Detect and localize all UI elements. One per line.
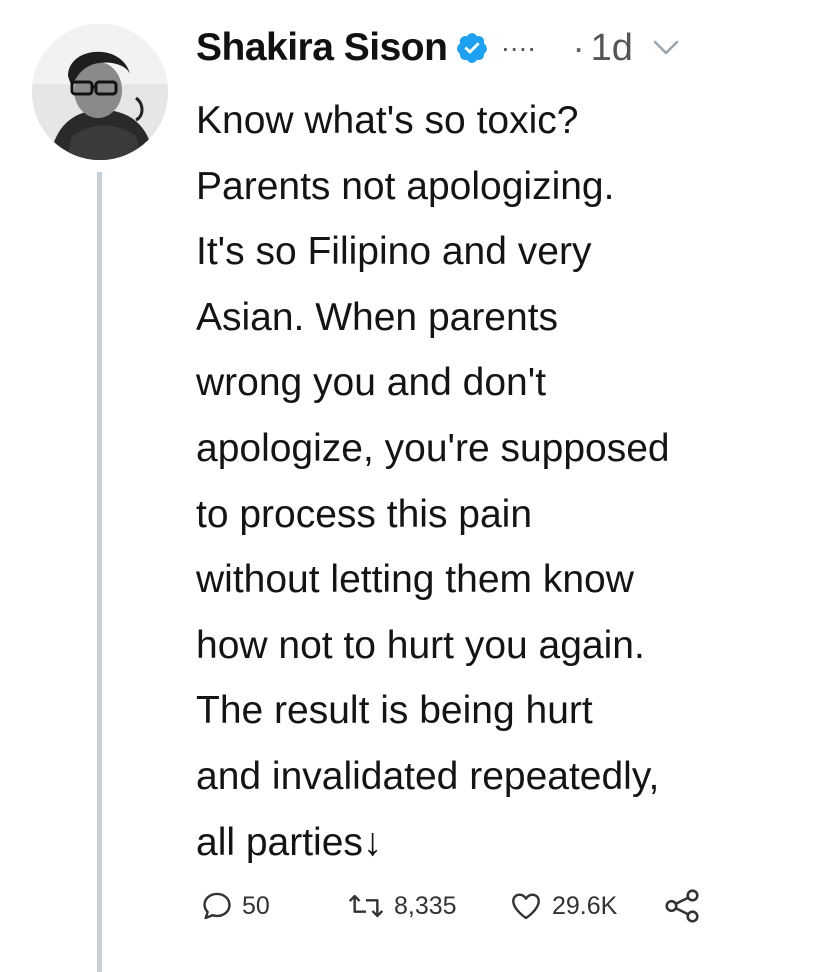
tweet-line: all parties↓ — [196, 820, 383, 864]
tweet-line: and invalidated repeatedly, — [196, 754, 660, 798]
retweet-icon — [346, 889, 386, 923]
more-options-button[interactable]: .... — [501, 26, 536, 58]
tweet-line: wrong you and don't — [196, 361, 547, 405]
retweet-button[interactable]: 8,335 — [346, 884, 457, 928]
thread-line — [97, 172, 102, 972]
verified-badge-icon — [455, 31, 489, 65]
retweet-count: 8,335 — [394, 891, 457, 920]
time-separator: · — [572, 27, 585, 68]
chevron-down-icon[interactable] — [653, 40, 679, 56]
tweet-line: to process this pain — [196, 492, 533, 536]
tweet-header: Shakira Sison .... · 1d — [196, 18, 796, 78]
tweet-line: apologize, you're supposed — [196, 426, 670, 470]
share-icon — [662, 888, 702, 924]
avatar[interactable] — [32, 24, 168, 160]
share-button[interactable] — [662, 884, 702, 928]
tweet-line: The result is being hurt — [196, 689, 593, 733]
tweet-line: how not to hurt you again. — [196, 623, 645, 667]
tweet-line: Parents not apologizing. — [196, 164, 615, 208]
heart-icon — [508, 889, 544, 923]
author-name[interactable]: Shakira Sison — [196, 26, 448, 70]
tweet-time[interactable]: 1d — [591, 27, 633, 70]
tweet-actions: 50 8,335 29.6K — [200, 884, 760, 928]
like-button[interactable]: 29.6K — [508, 884, 617, 928]
like-count: 29.6K — [552, 891, 618, 920]
tweet-line: It's so Filipino and very — [196, 230, 592, 274]
tweet-line: Know what's so toxic? — [196, 99, 579, 142]
tweet-line: without letting them know — [196, 558, 634, 602]
avatar-photo — [32, 24, 168, 160]
reply-count: 50 — [242, 891, 270, 920]
reply-icon — [200, 889, 234, 923]
reply-button[interactable]: 50 — [200, 884, 270, 928]
tweet-line: Asian. When parents — [196, 295, 559, 339]
tweet-text: Know what's so toxic? Parents not apolog… — [196, 88, 806, 875]
